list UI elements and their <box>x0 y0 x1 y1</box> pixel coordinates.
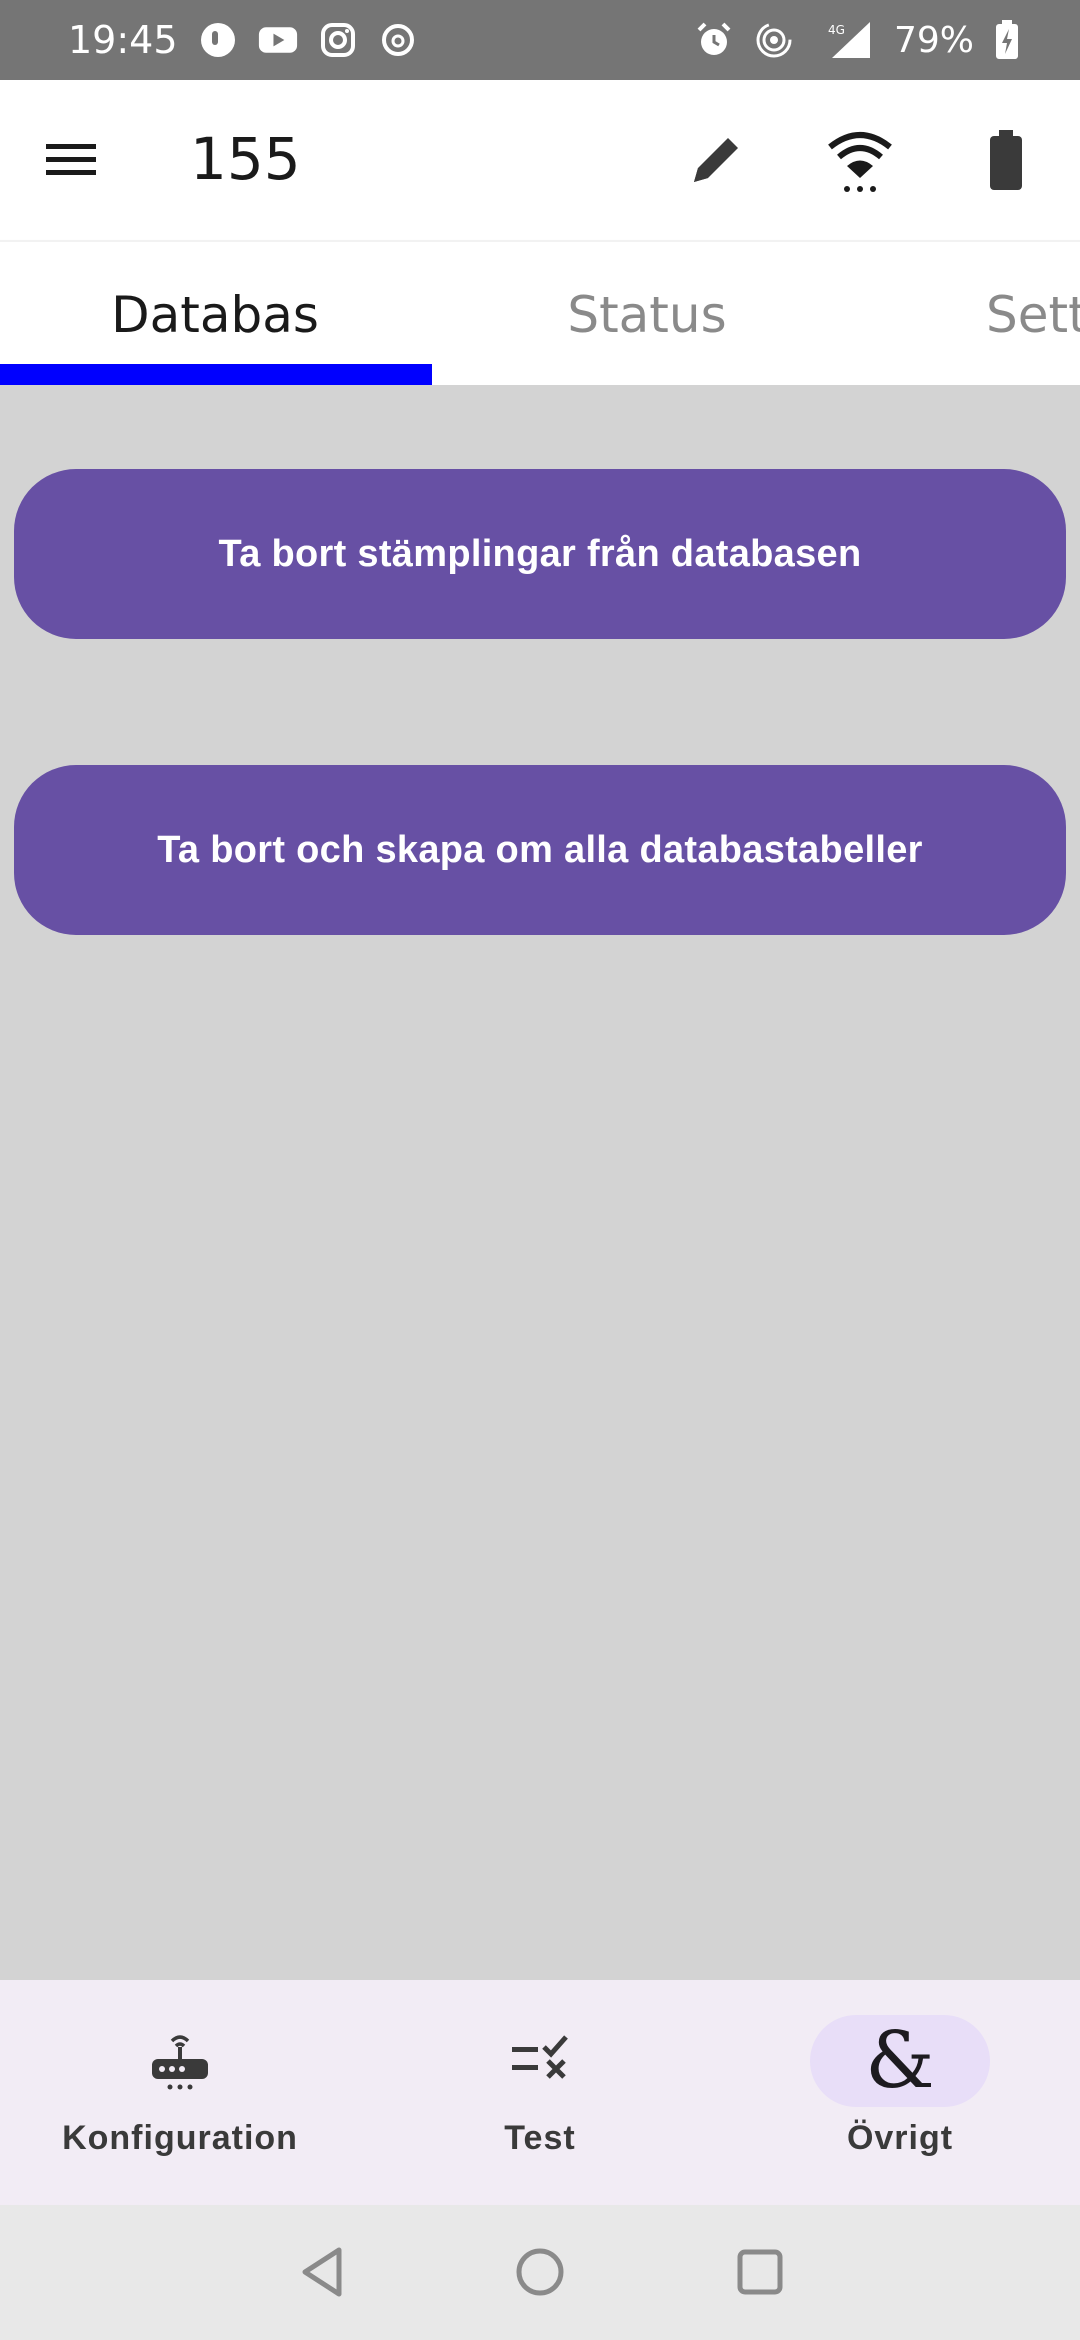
app-bar: 155 <box>0 80 1080 240</box>
battery-charging-icon <box>994 20 1020 60</box>
pencil-icon[interactable] <box>676 120 756 200</box>
system-nav-bar <box>0 2205 1080 2340</box>
tab-settings[interactable]: Sett <box>986 242 1080 385</box>
nav-label: Konfiguration <box>62 2119 298 2157</box>
status-time: 19:45 <box>68 18 178 62</box>
signal-4g-icon: 4G <box>814 20 874 60</box>
page-title: 155 <box>190 125 301 193</box>
svg-text:4G: 4G <box>828 23 845 37</box>
tinder-icon <box>198 20 238 60</box>
tab-status[interactable]: Status <box>432 242 862 385</box>
alarm-icon <box>694 20 734 60</box>
tab-indicator <box>0 364 432 385</box>
nav-icon-container <box>450 2015 630 2107</box>
status-right: 4G 79% <box>694 20 1020 61</box>
threads-icon <box>378 20 418 60</box>
nav-icon-container <box>90 2015 270 2107</box>
nav-item-ovrigt[interactable]: & Övrigt <box>720 1980 1080 2205</box>
recreate-tables-button[interactable]: Ta bort och skapa om alla databastabelle… <box>14 765 1066 935</box>
home-icon[interactable] <box>505 2237 575 2307</box>
battery-percent: 79% <box>893 19 974 61</box>
nav-icon-container: & <box>810 2015 990 2107</box>
main-content: Ta bort stämplingar från databasen Ta bo… <box>0 385 1080 1980</box>
nav-item-konfiguration[interactable]: Konfiguration <box>0 1980 360 2205</box>
status-bar: 19:45 4G 79% <box>0 0 1080 80</box>
instagram-icon <box>318 20 358 60</box>
wifi-icon[interactable] <box>820 120 900 200</box>
rule-icon <box>508 2031 572 2092</box>
bottom-nav: Konfiguration Test & Övrigt <box>0 1980 1080 2205</box>
battery-icon[interactable] <box>966 120 1046 200</box>
tab-bar: Databas Status Sett <box>0 240 1080 385</box>
menu-icon[interactable] <box>42 132 102 188</box>
status-left: 19:45 <box>68 18 418 62</box>
youtube-icon <box>258 20 298 60</box>
hotspot-icon <box>754 20 794 60</box>
ampersand-icon: & <box>865 2016 935 2106</box>
recents-icon[interactable] <box>725 2237 795 2307</box>
back-icon[interactable] <box>288 2237 358 2307</box>
nav-label: Övrigt <box>846 2119 954 2157</box>
nav-item-test[interactable]: Test <box>360 1980 720 2205</box>
router-icon <box>148 2027 212 2096</box>
delete-punches-button[interactable]: Ta bort stämplingar från databasen <box>14 469 1066 639</box>
nav-label: Test <box>504 2119 576 2157</box>
